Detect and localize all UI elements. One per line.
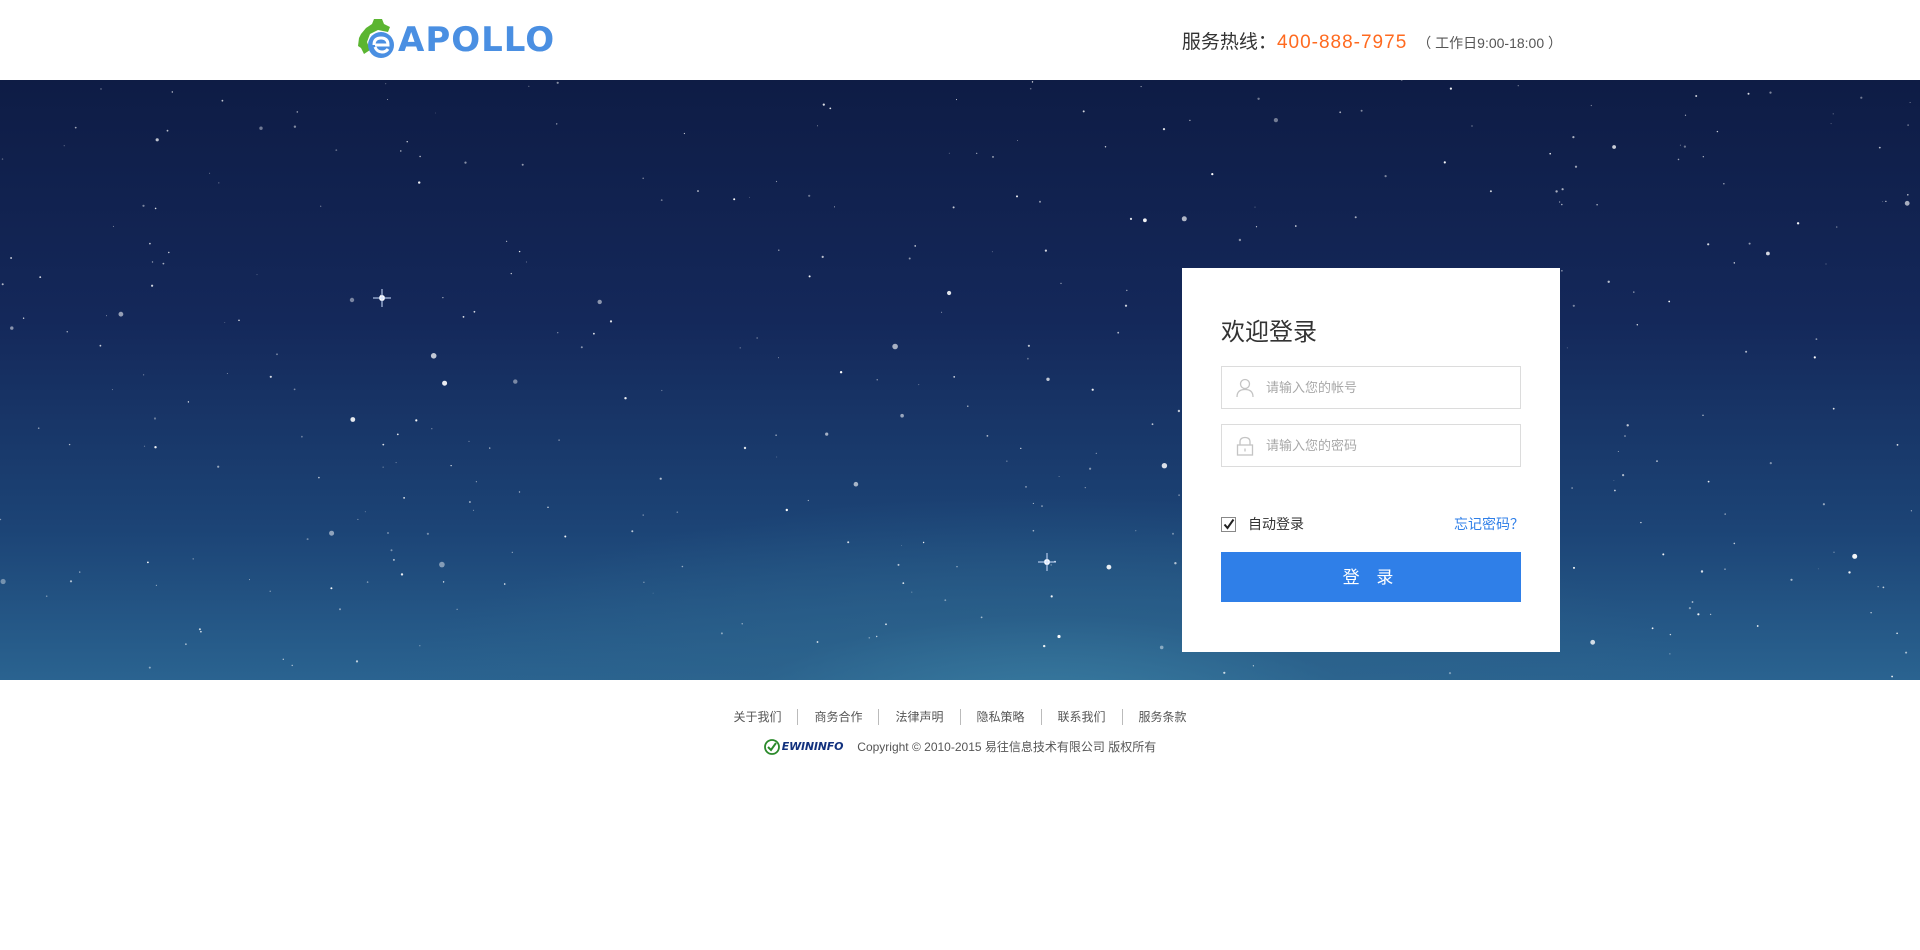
company-logo: EWININFO (763, 738, 844, 755)
company-logo-icon (763, 738, 780, 755)
header: APOLLO 服务热线： 400-888-7975 （ 工作日9:00-18:0… (0, 0, 1920, 80)
lock-icon (1234, 435, 1256, 457)
logo-text: APOLLO (398, 20, 556, 60)
footer-link-privacy[interactable]: 隐私策略 (961, 708, 1041, 725)
service-hotline: 服务热线： 400-888-7975 （ 工作日9:00-18:00 ） (1182, 27, 1562, 54)
auto-login-label: 自动登录 (1248, 516, 1304, 532)
starfield-banner: 欢迎登录 请输入您的帐号 自动登录 忘记密码？ 登 录 (0, 80, 1920, 680)
footer-link-legal[interactable]: 法律声明 (879, 708, 959, 725)
footer-link-about[interactable]: 关于我们 (717, 708, 797, 725)
username-field[interactable] (1221, 366, 1521, 409)
copyright-text: Copyright © 2010-2015 易往信息技术有限公司 版权所有 (857, 740, 1157, 754)
gear-logo-icon (358, 18, 404, 62)
hotline-number: 400-888-7975 (1276, 32, 1408, 53)
login-title: 欢迎登录 (1221, 319, 1317, 346)
login-button[interactable]: 登 录 (1221, 552, 1521, 602)
login-panel: 欢迎登录 请输入您的帐号 自动登录 忘记密码？ 登 录 (1182, 268, 1560, 652)
user-icon (1234, 377, 1256, 399)
footer-link-terms[interactable]: 服务条款 (1123, 708, 1203, 725)
copyright-bar: EWININFO Copyright © 2010-2015 易往信息技术有限公… (0, 738, 1920, 755)
auto-login-checkbox[interactable] (1221, 516, 1236, 532)
footer-link-contact[interactable]: 联系我们 (1042, 708, 1122, 725)
company-logo-text: EWININFO (781, 740, 844, 753)
hotline-label: 服务热线： (1181, 32, 1277, 53)
apollo-logo[interactable]: APOLLO (358, 18, 555, 62)
password-input[interactable] (1264, 437, 1504, 454)
forgot-password-link[interactable]: 忘记密码？ (1454, 514, 1524, 534)
username-input[interactable] (1264, 379, 1504, 396)
footer-link-business[interactable]: 商务合作 (798, 708, 878, 725)
starfield-background (0, 80, 1912, 678)
checkmark-icon (1223, 518, 1235, 530)
footer-links: 关于我们 商务合作 法律声明 隐私策略 联系我们 服务条款 (0, 708, 1920, 725)
hotline-hours: （ 工作日9:00-18:00 ） (1417, 35, 1562, 51)
password-field[interactable] (1221, 424, 1521, 467)
auto-login-option[interactable]: 自动登录 (1221, 514, 1304, 534)
